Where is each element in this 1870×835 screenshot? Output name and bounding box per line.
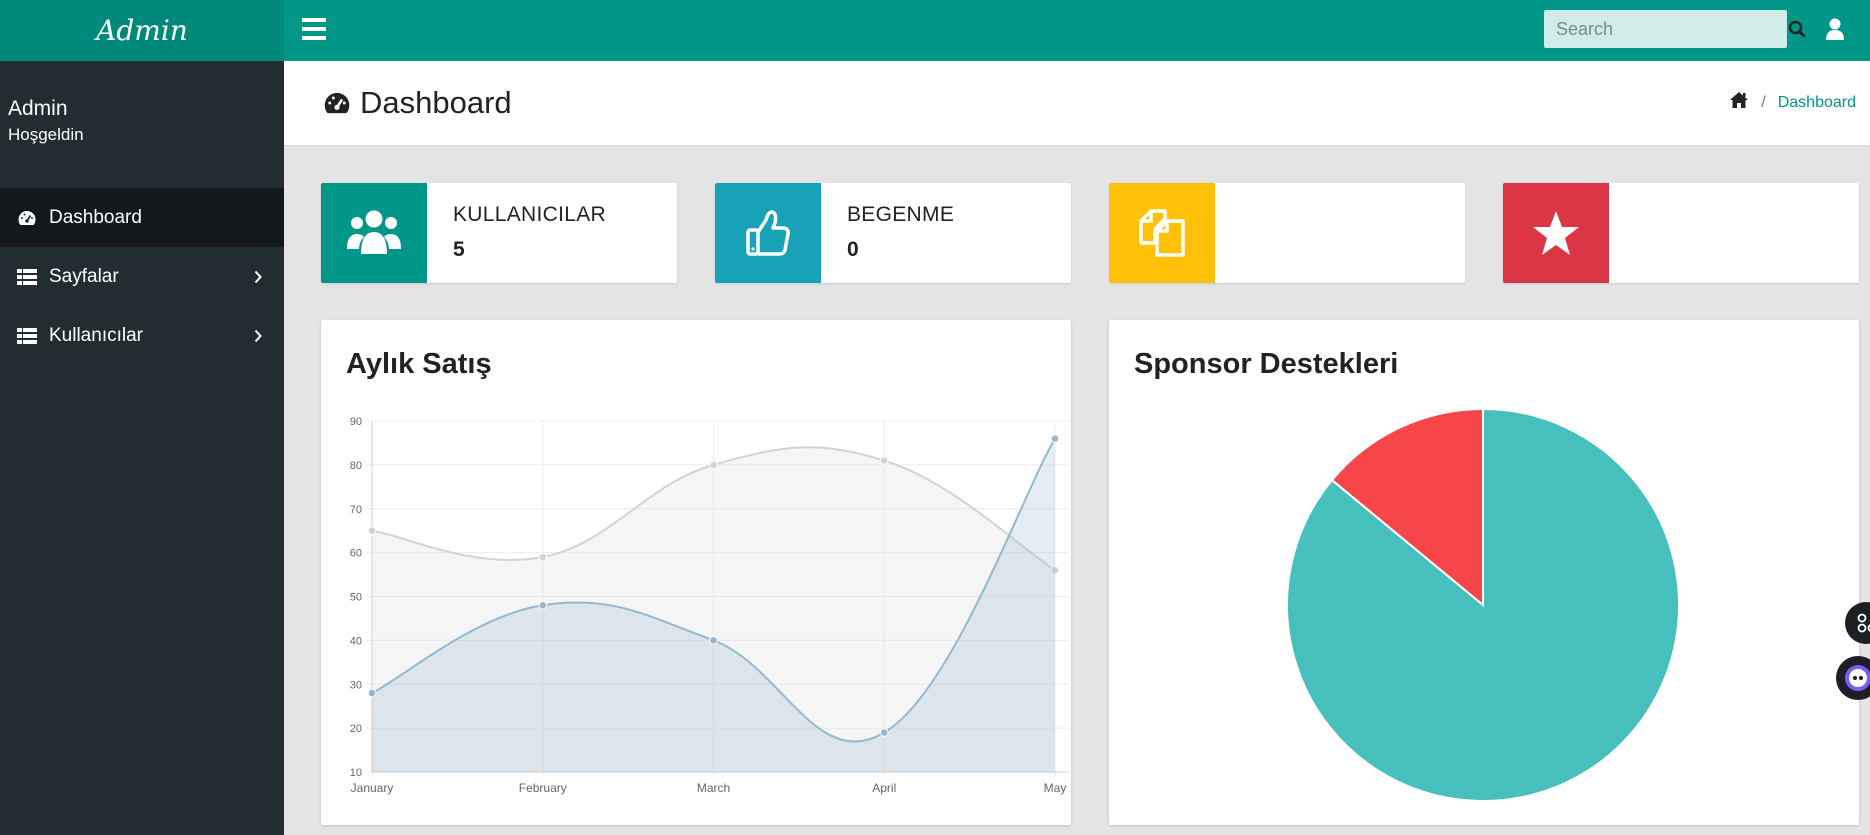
data-point bbox=[879, 456, 889, 465]
stat-card-info: BEGENME 0 bbox=[821, 183, 980, 283]
stat-card-label: KULLANICILAR bbox=[453, 203, 606, 226]
breadcrumb: / Dashboard bbox=[1729, 91, 1856, 114]
search-icon[interactable] bbox=[1788, 11, 1806, 47]
stat-card-info: KULLANICILAR 5 bbox=[427, 183, 632, 283]
thumbs-up-icon bbox=[715, 183, 821, 283]
y-tick-label: 90 bbox=[350, 416, 362, 428]
data-point bbox=[367, 688, 377, 698]
y-tick-label: 50 bbox=[350, 592, 362, 604]
x-tick-label: February bbox=[519, 781, 567, 795]
breadcrumb-current[interactable]: Dashboard bbox=[1778, 94, 1856, 112]
sidebar-item-dashboard[interactable]: Dashboard bbox=[0, 188, 284, 247]
table-list-icon bbox=[17, 327, 37, 345]
x-tick-label: March bbox=[697, 781, 730, 795]
sidebar-item-kullanicilar[interactable]: Kullanıcılar bbox=[0, 306, 284, 365]
users-icon bbox=[321, 183, 427, 283]
dashboard-icon bbox=[17, 209, 37, 227]
y-tick-label: 60 bbox=[350, 548, 362, 560]
star-icon bbox=[1503, 183, 1609, 283]
data-point bbox=[367, 526, 377, 535]
y-tick-label: 10 bbox=[350, 767, 362, 779]
y-tick-label: 40 bbox=[350, 635, 362, 647]
sidebar-user-name: Admin bbox=[8, 97, 68, 120]
sidebar-user-greeting: Hoşgeldin bbox=[8, 125, 84, 144]
dashboard-icon bbox=[322, 90, 352, 116]
line-chart: 10 20 30 40 50 60 70 80 90 January February March Ap… bbox=[350, 416, 1069, 795]
floating-widget-button[interactable] bbox=[1845, 602, 1870, 644]
search-box bbox=[1544, 10, 1806, 48]
sidebar-item-label: Dashboard bbox=[49, 206, 142, 228]
data-point bbox=[709, 636, 718, 645]
y-tick-label: 30 bbox=[350, 679, 362, 691]
stat-card-label: BEGENME bbox=[847, 203, 955, 226]
data-point bbox=[1050, 434, 1060, 443]
sidebar-user-panel: Admin Hoşgeldin bbox=[0, 61, 284, 188]
sidebar-item-label: Kullanıcılar bbox=[49, 324, 143, 346]
x-tick-label: April bbox=[872, 781, 896, 795]
stat-card-begenme[interactable]: BEGENME 0 bbox=[715, 183, 1071, 283]
top-navbar bbox=[284, 0, 1870, 61]
pie-chart bbox=[1286, 407, 1680, 802]
stat-card-star[interactable] bbox=[1503, 183, 1859, 283]
y-tick-label: 80 bbox=[350, 460, 362, 472]
breadcrumb-separator: / bbox=[1761, 93, 1766, 111]
home-icon[interactable] bbox=[1729, 91, 1749, 114]
panel-sponsor-destekleri: Sponsor Destekleri bbox=[1109, 320, 1859, 825]
data-point bbox=[538, 552, 548, 562]
stat-card-value: 0 bbox=[847, 238, 859, 261]
stat-card-info bbox=[1215, 183, 1267, 283]
page-title-text: Dashboard bbox=[360, 85, 512, 120]
y-tick-label: 20 bbox=[350, 723, 362, 735]
page-title: Dashboard bbox=[322, 85, 512, 121]
table-list-icon bbox=[17, 268, 37, 286]
stat-card-value: 5 bbox=[453, 238, 465, 261]
chevron-right-icon bbox=[254, 268, 262, 290]
stat-card-copy[interactable] bbox=[1109, 183, 1465, 283]
sidebar-item-sayfalar[interactable]: Sayfalar bbox=[0, 247, 284, 306]
data-point bbox=[879, 728, 889, 737]
search-input[interactable] bbox=[1544, 10, 1788, 48]
page-header: Dashboard / Dashboard bbox=[284, 61, 1870, 146]
user-icon[interactable] bbox=[1820, 14, 1850, 44]
x-tick-label: May bbox=[1044, 781, 1067, 795]
brand-logo[interactable]: Admin bbox=[0, 0, 284, 61]
y-tick-label: 70 bbox=[350, 504, 362, 516]
stat-card-kullanicilar[interactable]: KULLANICILAR 5 bbox=[321, 183, 677, 283]
stat-card-info bbox=[1609, 183, 1661, 283]
hamburger-icon[interactable] bbox=[302, 18, 326, 40]
data-point bbox=[538, 600, 548, 610]
sidebar-item-label: Sayfalar bbox=[49, 265, 119, 287]
assistant-bot-icon[interactable] bbox=[1836, 656, 1870, 700]
x-tick-label: January bbox=[351, 781, 394, 795]
chevron-right-icon bbox=[254, 327, 262, 349]
copy-icon bbox=[1109, 183, 1215, 283]
data-point bbox=[709, 460, 718, 470]
sidebar: Admin Hoşgeldin Dashboard Sayfalar Kulla… bbox=[0, 61, 284, 835]
panel-aylik-satis: Aylık Satış 10 20 30 40 50 60 70 80 90 January Feb… bbox=[321, 320, 1071, 825]
